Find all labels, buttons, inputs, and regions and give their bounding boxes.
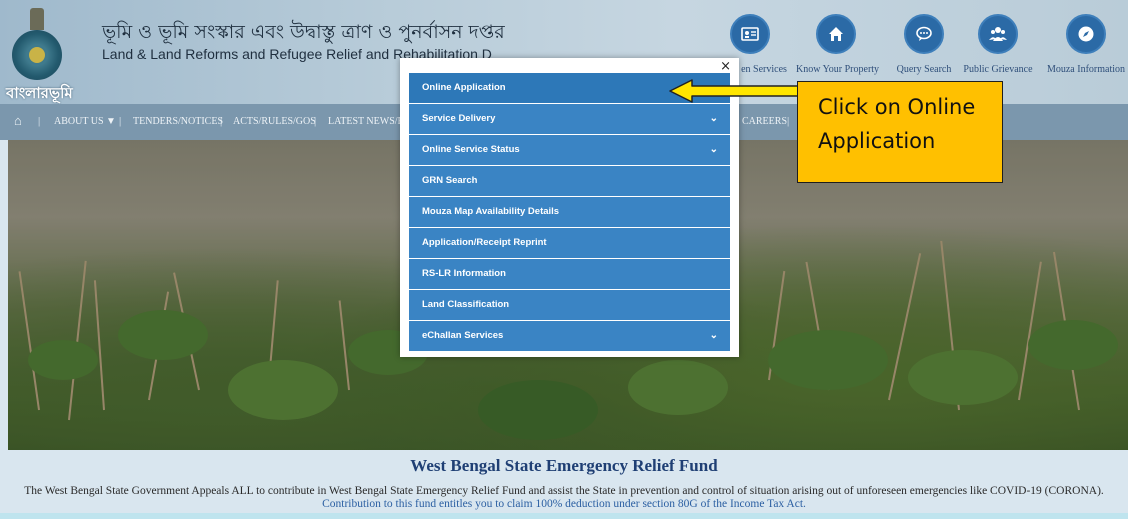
menu-item-service-delivery[interactable]: Service Delivery ⌄ bbox=[409, 104, 730, 134]
nav-separator: | bbox=[220, 115, 223, 127]
quick-link-public-grievance[interactable]: Public Grievance bbox=[958, 14, 1038, 75]
menu-item-label: GRN Search bbox=[422, 175, 478, 186]
chevron-down-icon: ⌄ bbox=[709, 144, 718, 155]
quick-link-label: en Services bbox=[741, 64, 787, 75]
chat-bubble-icon bbox=[904, 14, 944, 54]
menu-item-online-service-status[interactable]: Online Service Status ⌄ bbox=[409, 135, 730, 165]
chevron-down-icon: ⌄ bbox=[709, 113, 718, 124]
menu-item-label: Service Delivery bbox=[422, 113, 496, 124]
quick-link-label: Query Search bbox=[896, 64, 952, 75]
menu-item-label: Online Application bbox=[422, 82, 506, 93]
nav-item-careers[interactable]: CAREERS bbox=[742, 116, 787, 127]
menu-item-grn-search[interactable]: GRN Search bbox=[409, 166, 730, 196]
nav-item-about-us[interactable]: ABOUT US ▼ bbox=[54, 116, 116, 127]
banglar-bhumi-seal-icon bbox=[12, 30, 62, 80]
nav-item-label: ABOUT US bbox=[54, 116, 104, 127]
compass-icon bbox=[1066, 14, 1106, 54]
chevron-down-icon: ▼ bbox=[106, 116, 116, 127]
home-icon[interactable]: ⌂ bbox=[14, 113, 22, 129]
quick-link-label: Know Your Property bbox=[796, 64, 880, 75]
menu-item-mouza-map-availability[interactable]: Mouza Map Availability Details bbox=[409, 197, 730, 227]
state-emblem-logo[interactable] bbox=[8, 8, 66, 84]
bottom-strip bbox=[0, 513, 1128, 519]
nav-separator: | bbox=[314, 115, 317, 127]
nav-separator: | bbox=[119, 115, 122, 127]
quick-link-query-search[interactable]: Query Search bbox=[884, 14, 964, 75]
menu-item-label: RS-LR Information bbox=[422, 268, 506, 279]
pointer-arrow-icon bbox=[669, 79, 799, 103]
close-icon[interactable]: × bbox=[720, 59, 731, 74]
citizen-id-icon bbox=[730, 14, 770, 54]
menu-item-land-classification[interactable]: Land Classification bbox=[409, 290, 730, 320]
quick-link-know-your-property[interactable]: Know Your Property bbox=[796, 14, 880, 75]
ashoka-pillar-icon bbox=[30, 8, 44, 30]
nav-separator: | bbox=[787, 115, 790, 127]
relief-fund-appeal: The West Bengal State Government Appeals… bbox=[20, 485, 1108, 511]
menu-item-label: Application/Receipt Reprint bbox=[422, 237, 547, 248]
quick-link-label: Public Grievance bbox=[963, 64, 1033, 75]
chevron-down-icon: ⌄ bbox=[709, 330, 718, 341]
quick-link-mouza-information[interactable]: Mouza Information bbox=[1046, 14, 1126, 75]
menu-item-echallan-services[interactable]: eChallan Services ⌄ bbox=[409, 321, 730, 351]
quick-link-label: Mouza Information bbox=[1046, 64, 1126, 75]
nav-separator: | bbox=[38, 115, 41, 127]
tax-deduction-note: Contribution to this fund entitles you t… bbox=[322, 498, 806, 510]
callout-text: Click on Online Application bbox=[818, 95, 976, 153]
nav-item-acts-rules-gos[interactable]: ACTS/RULES/GOS bbox=[233, 116, 316, 127]
relief-fund-title: West Bengal State Emergency Relief Fund bbox=[410, 456, 718, 475]
home-icon bbox=[816, 14, 856, 54]
menu-item-application-receipt-reprint[interactable]: Application/Receipt Reprint bbox=[409, 228, 730, 258]
users-icon bbox=[978, 14, 1018, 54]
nav-item-tenders-notices[interactable]: TENDERS/NOTICES bbox=[133, 116, 223, 127]
menu-item-rs-lr-information[interactable]: RS-LR Information bbox=[409, 259, 730, 289]
menu-item-label: Online Service Status bbox=[422, 144, 520, 155]
menu-item-label: Mouza Map Availability Details bbox=[422, 206, 560, 217]
services-menu: Online Application Service Delivery ⌄ Onl… bbox=[409, 73, 730, 352]
menu-item-label: Land Classification bbox=[422, 299, 510, 310]
nav-item-latest-news[interactable]: LATEST NEWS/EV bbox=[328, 116, 411, 127]
appeal-text: The West Bengal State Government Appeals… bbox=[24, 485, 1104, 497]
menu-item-label: eChallan Services bbox=[422, 330, 504, 341]
instruction-callout: Click on Online Application bbox=[797, 81, 1003, 183]
